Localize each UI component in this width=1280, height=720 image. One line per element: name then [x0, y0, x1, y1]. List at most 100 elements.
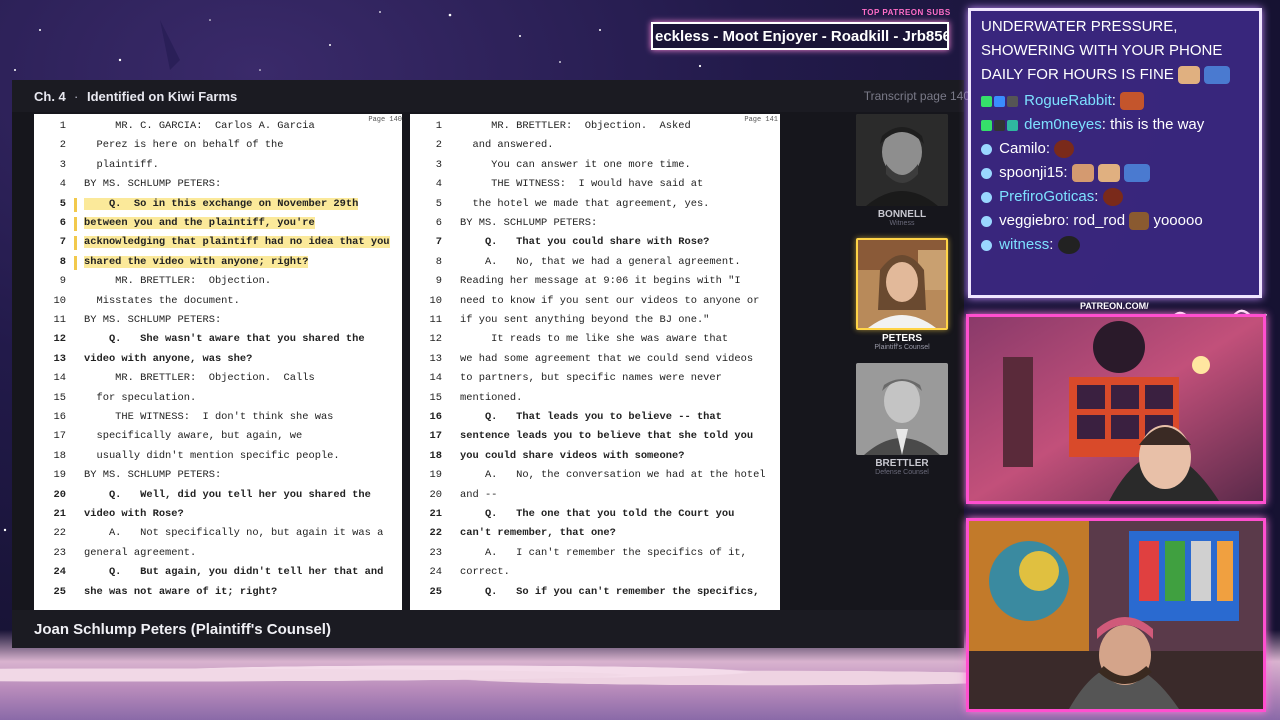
person-silhouette-icon	[856, 363, 948, 455]
player-header: Ch. 4 · Identified on Kiwi Farms Transcr…	[12, 80, 970, 112]
line-number: 1	[59, 120, 66, 132]
chat-message: PrefiroGoticas:	[981, 185, 1249, 209]
line-text: she was not aware of it; right?	[84, 585, 278, 598]
line-number: 22	[429, 527, 442, 540]
transcript-line: 13 we had some agreement that we could se…	[410, 353, 780, 372]
line-text: A. I can't remember the specifics of it,	[460, 546, 747, 559]
badge-icon	[1007, 119, 1018, 131]
transcript-line: 20 and --	[410, 489, 780, 508]
line-text: You can answer it one more time.	[460, 158, 691, 171]
user-icon	[981, 167, 992, 179]
line-number: 16	[429, 411, 442, 423]
patreon-subs-text: eckless - Moot Enjoyer - Roadkill - Jrb8…	[655, 28, 949, 45]
line-text: acknowledging that plaintiff had no idea…	[84, 236, 390, 249]
line-text: shared the video with anyone; right?	[84, 255, 309, 268]
transcript-page-right: Page 141 1 MR. BRETTLER: Objection. Aske…	[410, 114, 780, 610]
chat-username[interactable]: spoonji15	[999, 164, 1063, 181]
transcript-line: 14 MR. BRETTLER: Objection. Calls	[34, 372, 404, 391]
line-text: and answered.	[460, 139, 554, 152]
transcript-line: 5 Q. So in this exchange on November 29t…	[34, 197, 404, 217]
transcript-line: 10 need to know if you sent our videos to…	[410, 295, 780, 314]
speaker-role: Witness	[889, 220, 915, 227]
line-number: 3	[59, 158, 66, 171]
person-silhouette-icon	[858, 240, 946, 328]
line-number: 10	[53, 294, 66, 307]
line-number: 10	[429, 294, 442, 307]
line-text: the hotel we made that agreement, yes.	[460, 197, 710, 210]
transcript-line: 25 she was not aware of it; right?	[34, 586, 404, 605]
page-gap	[402, 114, 410, 610]
transcript-line: 9 Reading her message at 9:06 it begins w…	[410, 275, 780, 294]
user-icon	[981, 215, 992, 227]
speaker-role: Plaintiff's Counsel	[874, 344, 930, 351]
line-text: Q. That leads you to believe -- that	[460, 411, 722, 423]
line-number: 9	[59, 275, 66, 288]
line-number: 24	[53, 566, 66, 579]
prime-badge-icon	[994, 95, 1005, 107]
transcript-line: 17 specifically aware, but again, we	[34, 430, 404, 449]
chat-username[interactable]: dem0neyes	[1024, 116, 1102, 133]
line-number: 12	[53, 333, 66, 346]
line-text: Q. So in this exchange on November 29th	[84, 197, 359, 210]
speaker-name: BONNELL	[877, 209, 927, 220]
transcript-line: 11 if you sent anything beyond the BJ one…	[410, 314, 780, 333]
line-text: general agreement.	[84, 546, 197, 559]
chat-username[interactable]: PrefiroGoticas	[999, 188, 1094, 205]
line-number: 21	[53, 508, 66, 520]
line-text: Misstates the document.	[84, 294, 240, 307]
line-number: 14	[429, 372, 442, 385]
line-text: BY MS. SCHLUMP PETERS:	[84, 178, 222, 191]
webcam-bottom	[966, 518, 1266, 712]
line-text: between you and the plaintiff, you're	[84, 217, 315, 229]
chapter-number: Ch. 4	[34, 89, 66, 104]
line-number: 11	[53, 314, 66, 326]
line-number: 21	[429, 508, 442, 520]
line-text: Q. Well, did you tell her you shared the	[84, 488, 371, 501]
transcript-line: 15 mentioned.	[410, 392, 780, 411]
transcript-line: 23 general agreement.	[34, 547, 404, 566]
chat-message: RogueRabbit:	[981, 89, 1249, 113]
line-text: and --	[460, 488, 498, 501]
line-number: 8	[59, 255, 66, 268]
transcript-line: 4 THE WITNESS: I would have said at	[410, 178, 780, 197]
chat-username[interactable]: Camilo	[999, 140, 1046, 157]
transcript-page-indicator: Transcript page 140	[863, 89, 970, 103]
speaker-photo-brettler	[856, 363, 948, 455]
transcript-line: 9 MR. BRETTLER: Objection.	[34, 275, 404, 294]
chat-username[interactable]: veggiebro	[999, 212, 1065, 229]
line-text: Q. That you could share with Rose?	[460, 236, 710, 249]
line-text: A. No, the conversation we had at the ho…	[460, 469, 766, 482]
line-number: 16	[53, 411, 66, 423]
line-text: Perez is here on behalf of the	[84, 139, 284, 152]
line-number: 17	[53, 430, 66, 443]
chat-text: rod_rod	[1069, 212, 1126, 229]
line-text: Reading her message at 9:06 it begins wi…	[460, 275, 741, 288]
line-number: 9	[435, 275, 442, 288]
line-text: Q. She wasn't aware that you shared the	[84, 333, 365, 346]
line-number: 19	[429, 469, 442, 482]
emote-icon	[1129, 212, 1150, 231]
line-number: 17	[429, 430, 442, 443]
user-icon	[981, 239, 992, 251]
emote-icon	[1054, 140, 1075, 159]
transcript-line: 25 Q. So if you can't remember the speci…	[410, 586, 780, 605]
transcript-line: 7 acknowledging that plaintiff had no ide…	[34, 236, 404, 255]
chat-username[interactable]: witness	[999, 236, 1049, 253]
line-number: 18	[53, 449, 66, 462]
line-text: you could share videos with someone?	[460, 449, 685, 462]
transcript-line: 1 MR. C. GARCIA: Carlos A. Garcia	[34, 120, 404, 139]
line-text: we had some agreement that we could send…	[460, 352, 754, 365]
chat-message: witness:	[981, 233, 1249, 257]
line-text: video with anyone, was she?	[84, 352, 253, 365]
line-number: 7	[435, 236, 442, 249]
line-text: BY MS. SCHLUMP PETERS:	[460, 217, 598, 229]
line-text: if you sent anything beyond the BJ one."	[460, 314, 710, 326]
transcript-line: 19 A. No, the conversation we had at the…	[410, 469, 780, 488]
transcript-line: 17 sentence leads you to believe that she…	[410, 430, 780, 449]
chat-sep: :	[1094, 188, 1099, 205]
chat-username[interactable]: RogueRabbit	[1024, 92, 1112, 109]
emote-icon	[1204, 66, 1231, 85]
line-number: 15	[53, 391, 66, 404]
line-number: 19	[53, 469, 66, 482]
chat-panel[interactable]: UNDERWATER PRESSURE, SHOWERING WITH YOUR…	[968, 8, 1262, 298]
